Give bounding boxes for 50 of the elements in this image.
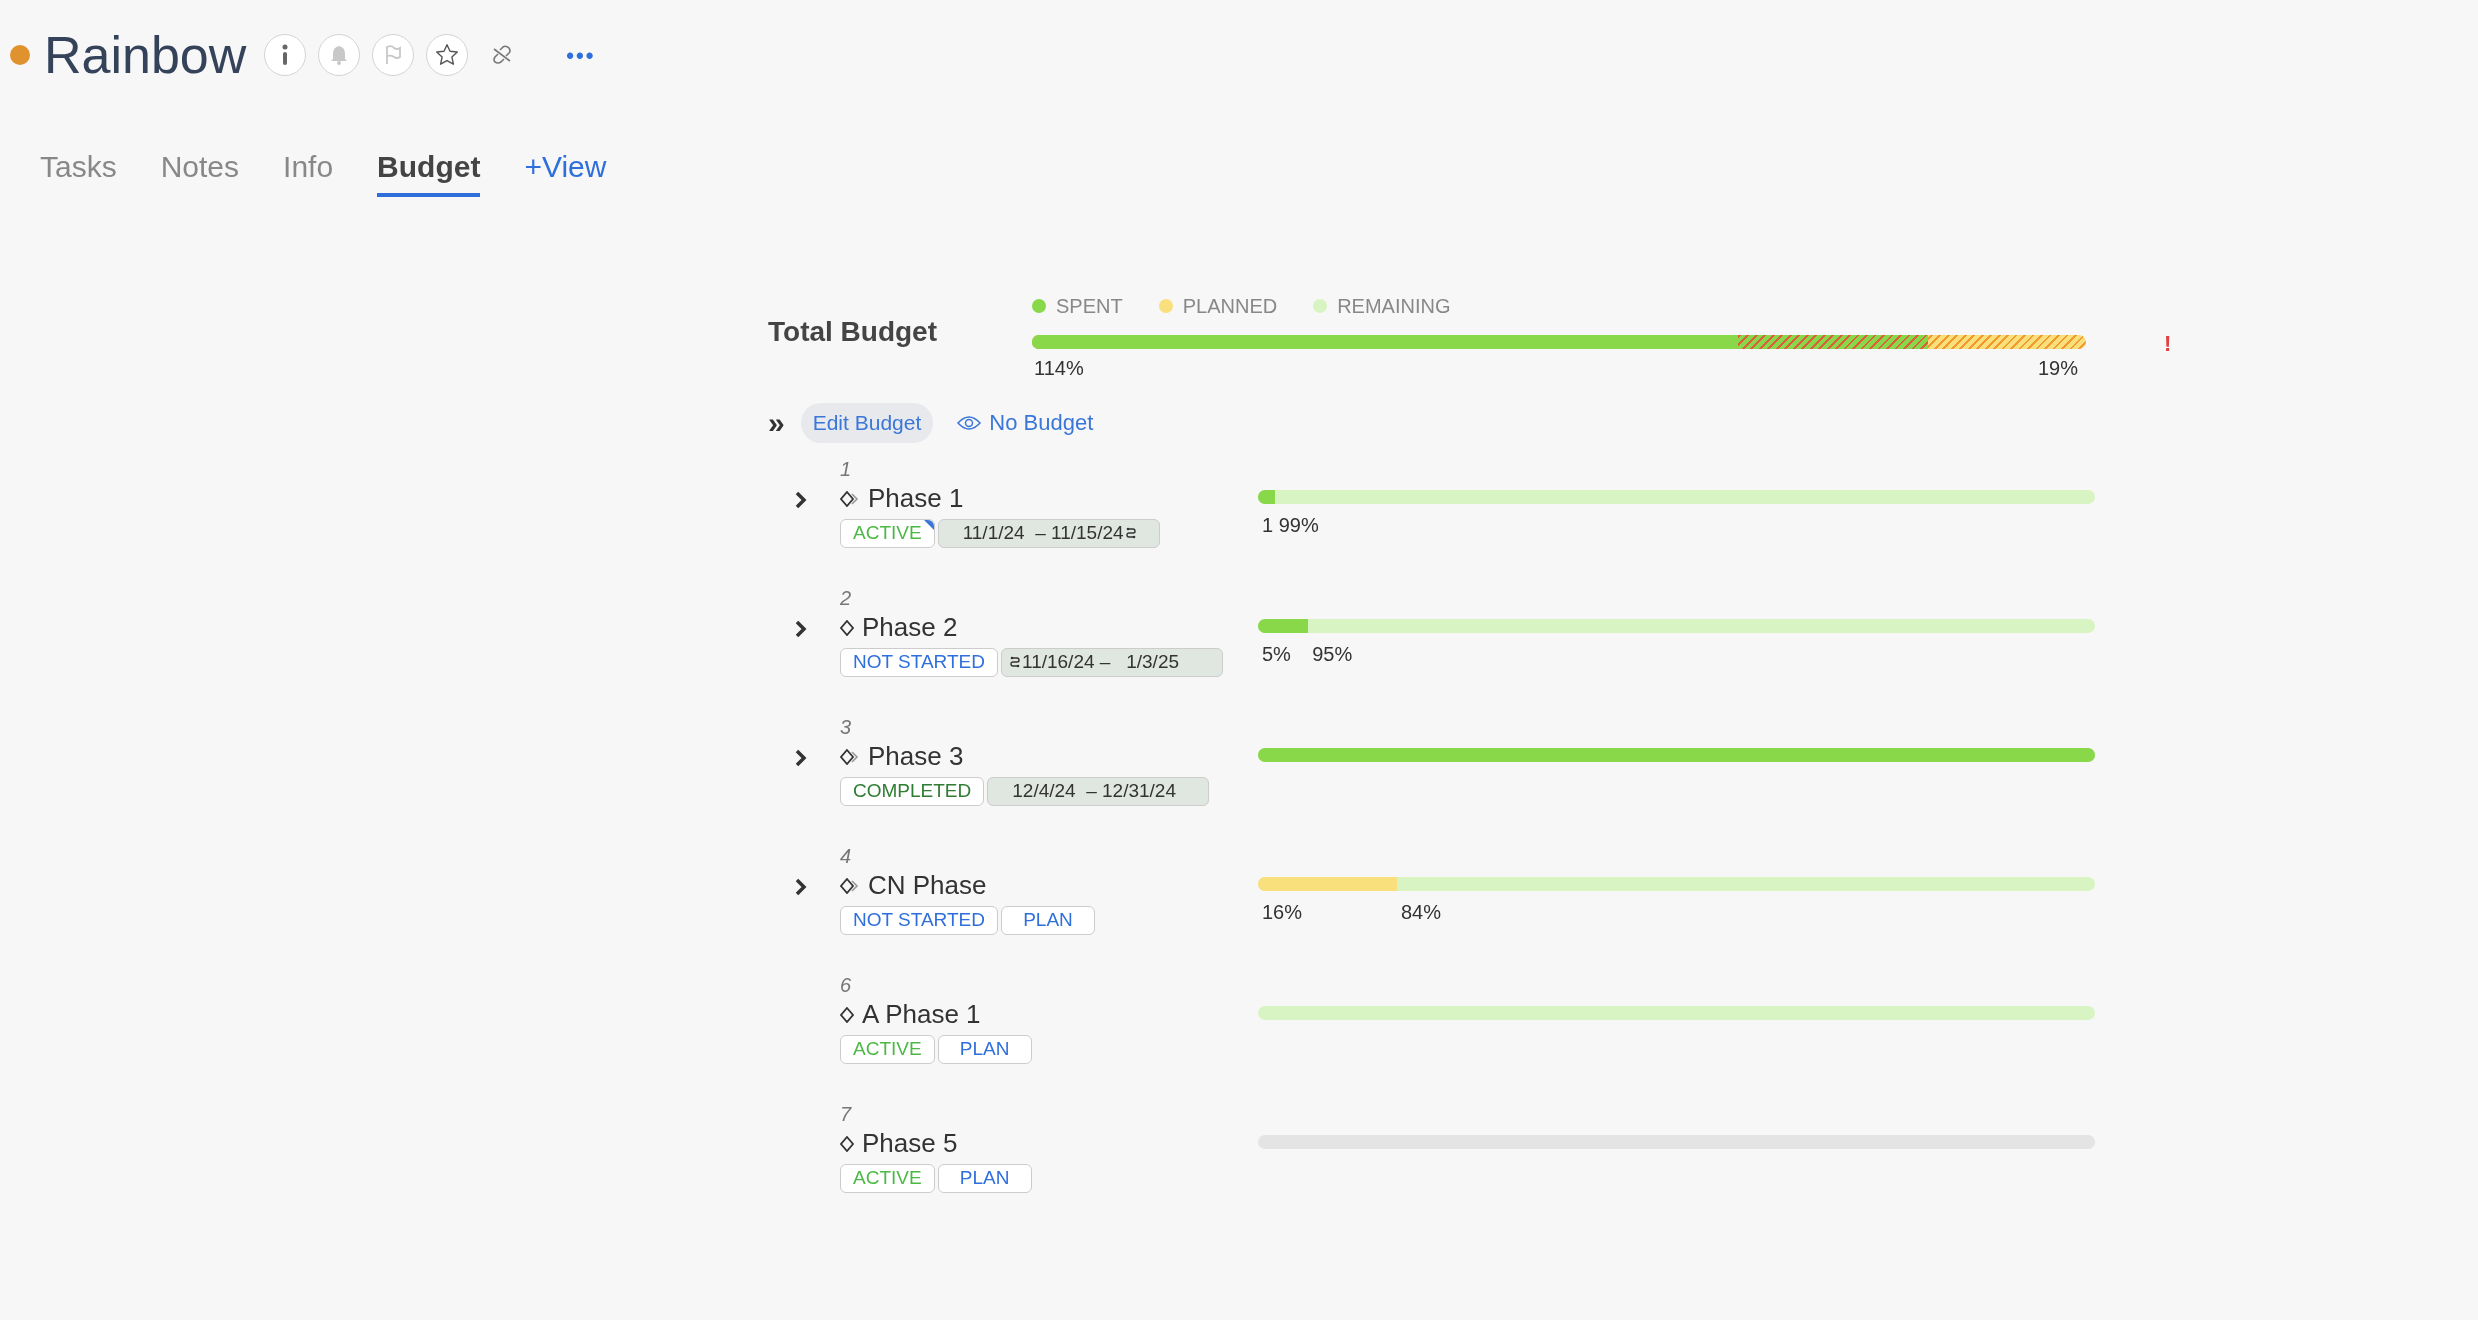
legend-label: REMAINING <box>1337 294 1451 319</box>
chevron-right-icon[interactable] <box>794 877 808 896</box>
percent-label: 16% <box>1261 900 1303 923</box>
percent-label: 5% <box>1261 642 1291 665</box>
status-badge: COMPLETED <box>840 776 985 806</box>
status-badge: NOT STARTED <box>840 647 998 677</box>
info-icon[interactable] <box>264 34 307 76</box>
plan-badge: PLAN <box>937 1034 1032 1064</box>
status-badge: ACTIVE <box>840 1034 935 1064</box>
no-budget-link[interactable]: No Budget <box>957 406 1094 440</box>
plan-badge: PLAN <box>1000 905 1095 935</box>
status-badge: ACTIVE <box>840 518 935 548</box>
phase-number: 2 <box>840 585 853 610</box>
status-badge: ACTIVE <box>840 1163 935 1193</box>
chevron-right-icon[interactable] <box>794 490 808 509</box>
status-badge: NOT STARTED <box>840 905 998 935</box>
chevron-right-icon[interactable] <box>794 619 808 638</box>
phase-name[interactable]: Phase 5 <box>862 1124 958 1163</box>
chevron-right-icon[interactable] <box>794 748 808 767</box>
percent-label: 84% <box>1399 899 1441 921</box>
warning-mark: ! <box>2164 330 2172 358</box>
percent-label: 99% <box>1277 512 1319 534</box>
collapse-button[interactable]: » <box>768 407 785 438</box>
date-range-badge: 11/16/24 – 1/3/25 <box>1000 647 1223 677</box>
percent-label: 114% <box>1034 356 1084 381</box>
percent-label: 95% <box>1311 641 1353 663</box>
tab[interactable]: Budget <box>377 144 481 197</box>
date-range-badge: 12/4/24 – 12/31/24 <box>987 776 1210 806</box>
phase-number: 6 <box>840 972 853 997</box>
date-range-badge: 11/1/24 – 11/15/24 <box>937 518 1160 548</box>
project-title: Rainbow <box>44 25 247 86</box>
phase-name[interactable]: CN Phase <box>868 866 987 905</box>
phase-name[interactable]: Phase 3 <box>868 737 964 776</box>
phase-name[interactable]: A Phase 1 <box>862 995 981 1034</box>
more-button[interactable]: ••• <box>566 38 596 72</box>
tab[interactable]: +View <box>524 144 607 197</box>
phase-number: 1 <box>840 456 853 481</box>
percent-label: 19% <box>2037 356 2078 381</box>
edit-budget-button[interactable]: Edit Budget <box>800 403 934 443</box>
percent-label: 1 <box>1261 513 1274 536</box>
eye-icon <box>957 414 982 431</box>
total-budget-label: Total Budget <box>768 315 938 349</box>
legend-label: PLANNED <box>1182 294 1278 319</box>
phase-name[interactable]: Phase 1 <box>868 479 964 518</box>
legend-label: SPENT <box>1056 294 1123 319</box>
plan-badge: PLAN <box>937 1163 1032 1193</box>
phase-number: 4 <box>840 843 853 868</box>
phase-name[interactable]: Phase 2 <box>862 608 958 647</box>
phase-number: 3 <box>840 714 853 739</box>
phase-number: 7 <box>840 1101 853 1126</box>
